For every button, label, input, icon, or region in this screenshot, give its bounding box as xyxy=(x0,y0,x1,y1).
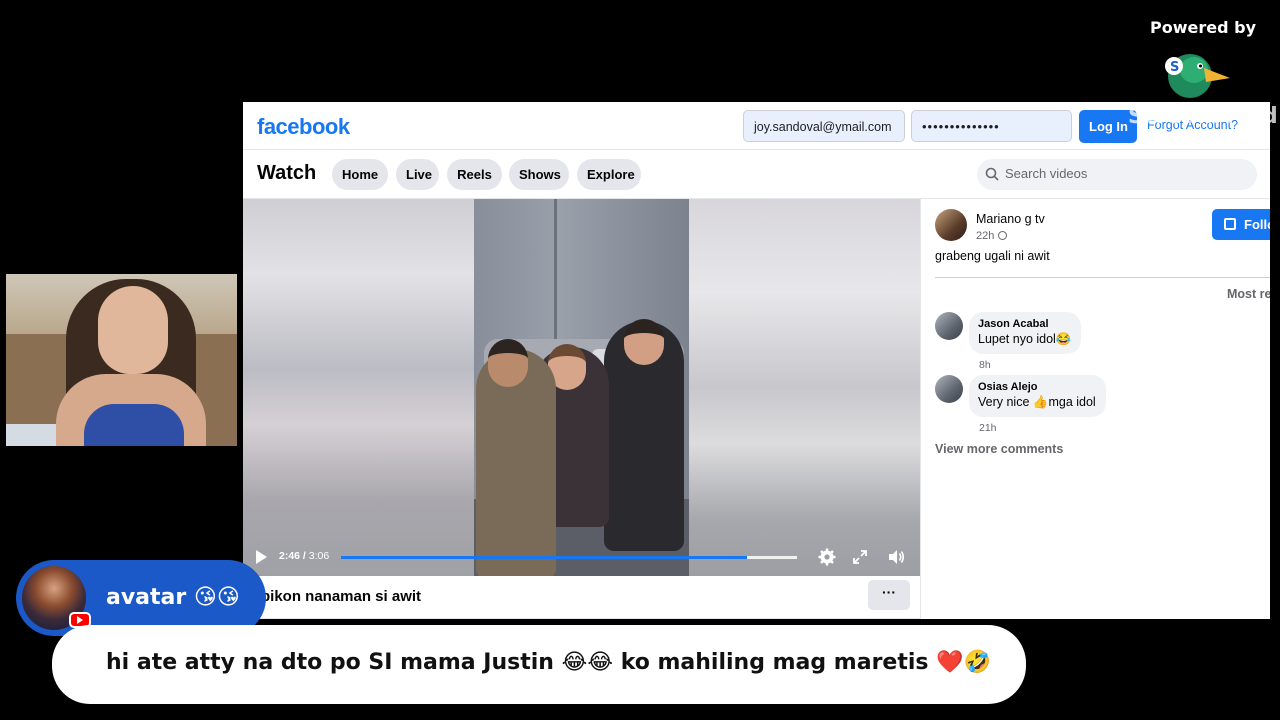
facebook-watch-panel: facebook joy.sandoval@ymail.com ••••••••… xyxy=(243,102,1270,619)
facebook-top-bar: facebook joy.sandoval@ymail.com ••••••••… xyxy=(243,102,1270,150)
video-controls: 2:46 / 3:06 xyxy=(243,539,920,576)
post-time: 22h xyxy=(976,230,995,242)
search-placeholder: Search videos xyxy=(1005,166,1088,181)
commenter-avatar[interactable] xyxy=(935,312,963,340)
comment-text: Very nice 👍mga idol xyxy=(978,395,1096,409)
video-caption: pikon nanaman si awit xyxy=(261,588,422,605)
post-text: grabeng ugali ni awit xyxy=(935,249,1050,263)
commenter-name[interactable]: Osias Alejo xyxy=(978,381,1096,393)
watch-nav-bar: Watch Home Live Reels Shows Explore Sear… xyxy=(243,151,1270,199)
video-blur-right xyxy=(689,199,920,576)
email-field[interactable]: joy.sandoval@ymail.com xyxy=(743,110,905,142)
play-icon[interactable] xyxy=(256,550,267,564)
more-options-button[interactable]: ··· xyxy=(868,580,910,610)
search-icon xyxy=(985,167,999,181)
svg-text:S: S xyxy=(1170,60,1179,75)
settings-gear-icon[interactable] xyxy=(818,548,836,566)
commenter-avatar[interactable] xyxy=(935,375,963,403)
fullscreen-icon[interactable] xyxy=(851,548,869,566)
progress-fill xyxy=(341,556,747,559)
video-player[interactable]: 2:46 / 3:06 xyxy=(243,199,920,576)
video-time: 2:46 / 3:06 xyxy=(279,550,330,562)
comment-bubble: Osias Alejo Very nice 👍mga idol xyxy=(969,375,1106,417)
facebook-logo[interactable]: facebook xyxy=(257,114,350,140)
chat-message-bubble: hi ate atty na dto po SI mama Justin 😂😂 … xyxy=(52,625,1026,704)
progress-bar[interactable] xyxy=(341,556,797,559)
volume-icon[interactable] xyxy=(887,548,905,566)
comment-text: Lupet nyo idol😂 xyxy=(978,332,1072,346)
tab-shows[interactable]: Shows xyxy=(509,159,569,190)
chat-author-name: avatar 😘😘 xyxy=(106,585,240,610)
follow-button[interactable]: Follow xyxy=(1212,209,1270,240)
page-title: Watch xyxy=(257,162,317,184)
tab-live[interactable]: Live xyxy=(396,159,439,190)
video-caption-bar: pikon nanaman si awit ··· xyxy=(243,576,920,619)
comment-bubble: Jason Acabal Lupet nyo idol😂 xyxy=(969,312,1082,354)
commenter-name[interactable]: Jason Acabal xyxy=(978,318,1071,330)
video-frame xyxy=(474,199,689,576)
divider xyxy=(935,277,1270,278)
tab-home[interactable]: Home xyxy=(332,159,388,190)
page-name[interactable]: Mariano g tv xyxy=(976,212,1045,226)
post-sidebar: Mariano g tv 22h Follow grabeng ugali ni… xyxy=(920,199,1270,619)
chat-message-text: hi ate atty na dto po SI mama Justin 😂😂 … xyxy=(106,650,991,675)
search-input[interactable]: Search videos xyxy=(977,159,1257,190)
comment-time[interactable]: 8h xyxy=(979,359,991,371)
streamyard-watermark: StreamYard xyxy=(1128,104,1279,129)
streamyard-duck-icon: S xyxy=(1165,54,1230,98)
post-meta: 22h xyxy=(976,230,1008,242)
powered-by-label: Powered by xyxy=(1150,18,1256,37)
tab-reels[interactable]: Reels xyxy=(447,159,502,190)
comment-sort-dropdown[interactable]: Most re xyxy=(1227,287,1270,301)
globe-icon xyxy=(998,231,1008,240)
password-field[interactable]: •••••••••••••• xyxy=(911,110,1072,142)
follow-page-icon xyxy=(1224,218,1236,230)
comment-time[interactable]: 21h xyxy=(979,422,997,434)
tab-explore[interactable]: Explore xyxy=(577,159,641,190)
page-avatar[interactable] xyxy=(935,209,967,241)
webcam-feed xyxy=(6,274,237,446)
video-blur-left xyxy=(243,199,474,576)
view-more-comments-link[interactable]: View more comments xyxy=(935,442,1063,456)
